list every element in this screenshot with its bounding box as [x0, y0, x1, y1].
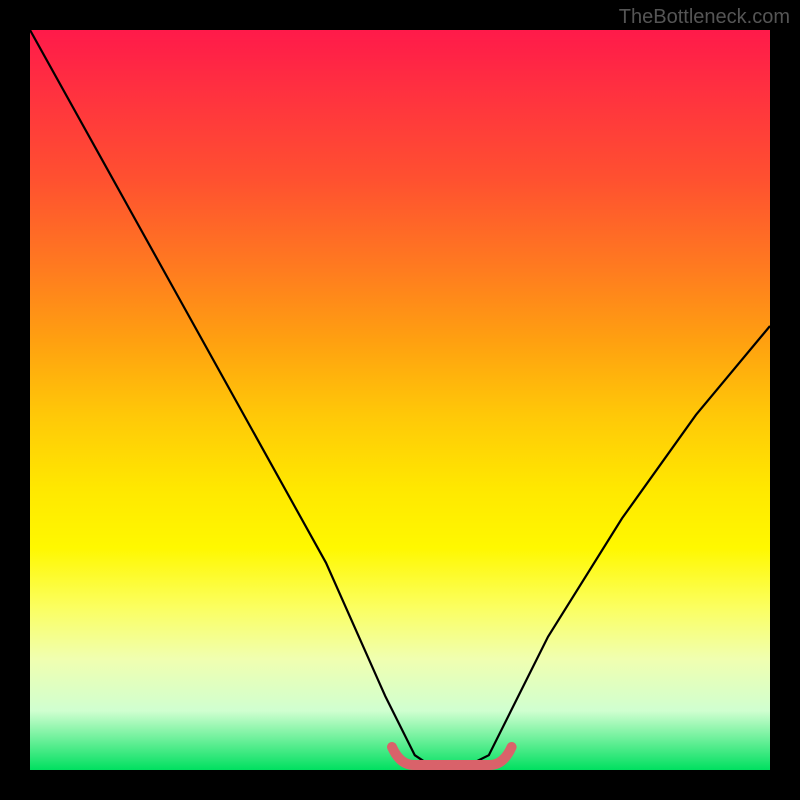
curve-right-branch — [459, 326, 770, 770]
flat-minimum-highlight — [392, 747, 512, 765]
bottleneck-curve-svg — [30, 30, 770, 770]
curve-left-branch — [30, 30, 437, 770]
watermark-text: TheBottleneck.com — [619, 6, 790, 29]
chart-plot-area — [30, 30, 770, 770]
